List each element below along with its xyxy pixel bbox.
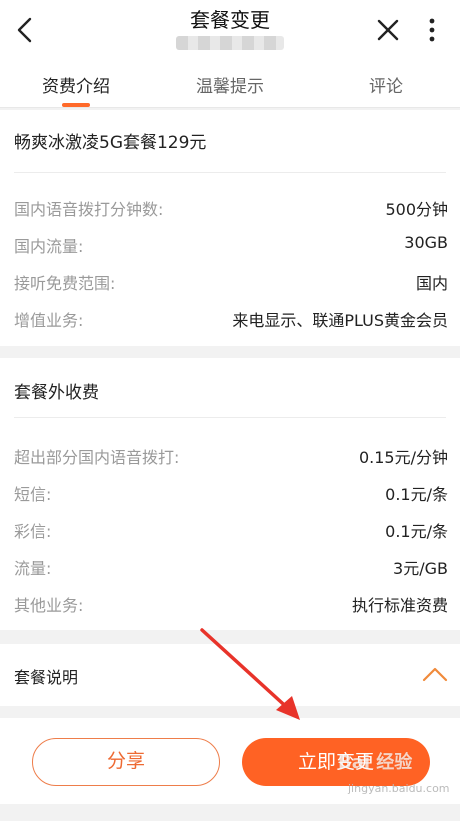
row-label-data: 国内流量: xyxy=(14,237,84,256)
row-value-sms: 0.1元/条 xyxy=(385,485,448,504)
plan-description-title: 套餐说明 xyxy=(14,668,79,687)
divider xyxy=(14,172,446,173)
chevron-up-icon[interactable] xyxy=(422,666,448,682)
top-navigation-bar: 套餐变更 xyxy=(0,0,460,62)
blurred-subtitle xyxy=(176,36,284,50)
row-label-mms: 彩信: xyxy=(14,522,52,541)
row-value-voice-minutes: 500分钟 xyxy=(385,200,448,219)
row-label-traffic: 流量: xyxy=(14,559,52,578)
row-value-data: 30GB xyxy=(404,233,448,252)
close-icon[interactable] xyxy=(372,14,404,46)
row-label-value-added: 增值业务: xyxy=(14,311,84,330)
row-label-sms: 短信: xyxy=(14,485,52,504)
tab-bar: 资费介绍 温馨提示 评论 xyxy=(0,62,460,108)
extra-fees-title: 套餐外收费 xyxy=(14,383,99,403)
row-value-traffic: 3元/GB xyxy=(393,559,448,578)
row-value-overage-voice: 0.15元/分钟 xyxy=(358,448,448,467)
tab-warm-tips[interactable]: 温馨提示 xyxy=(170,72,290,97)
baidu-watermark: Bai 经验 jingyan.baidu.com xyxy=(338,748,450,804)
active-tab-indicator xyxy=(62,103,90,107)
row-value-other: 执行标准资费 xyxy=(351,596,448,615)
row-value-mms: 0.1元/条 xyxy=(385,522,448,541)
tab-comments[interactable]: 评论 xyxy=(326,72,446,97)
divider xyxy=(14,417,446,418)
row-label-free-answer: 接听免费范围: xyxy=(14,274,116,293)
plan-description-section[interactable]: 套餐说明 xyxy=(0,644,460,706)
row-value-value-added: 来电显示、联通PLUS黄金会员 xyxy=(232,311,448,330)
watermark-url: jingyan.baidu.com xyxy=(348,782,450,795)
share-button[interactable]: 分享 xyxy=(32,738,220,786)
plan-details-card: 畅爽冰激凌5G套餐129元 国内语音拨打分钟数: 500分钟 国内流量: 30G… xyxy=(0,110,460,346)
more-vertical-icon[interactable] xyxy=(418,14,446,46)
row-label-overage-voice: 超出部分国内语音拨打: xyxy=(14,448,180,467)
row-value-free-answer: 国内 xyxy=(415,274,448,293)
row-label-other: 其他业务: xyxy=(14,596,84,615)
extra-fees-card: 套餐外收费 超出部分国内语音拨打: 0.15元/分钟 短信: 0.1元/条 彩信… xyxy=(0,358,460,630)
tab-fee-introduction[interactable]: 资费介绍 xyxy=(16,72,136,97)
plan-name: 畅爽冰激凌5G套餐129元 xyxy=(14,133,207,153)
watermark-text: Bai 经验 xyxy=(338,752,413,773)
row-label-voice-minutes: 国内语音拨打分钟数: xyxy=(14,200,164,219)
